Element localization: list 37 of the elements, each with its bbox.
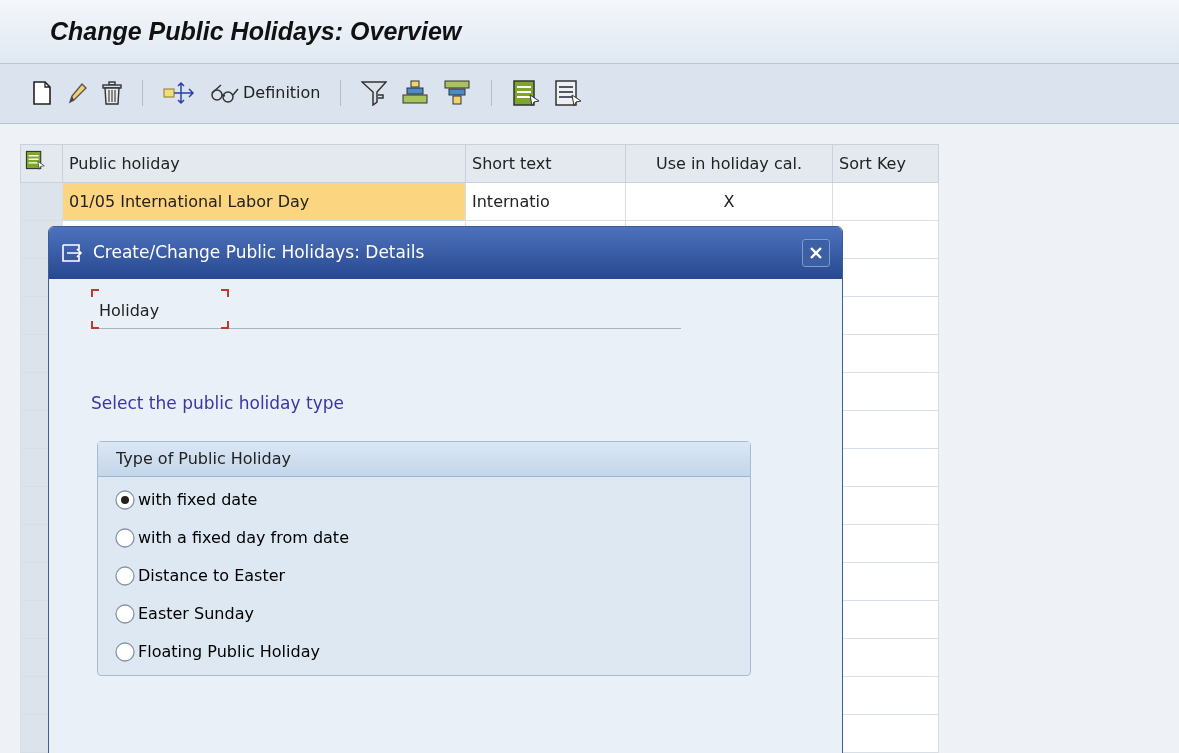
- column-header[interactable]: Short text: [465, 144, 626, 183]
- table-cell: Internatio: [465, 182, 626, 221]
- table-cell: 01/05 International Labor Day: [62, 182, 466, 221]
- radio-option[interactable]: Distance to Easter: [98, 556, 292, 595]
- column-header[interactable]: Sort Key: [832, 144, 939, 183]
- radio-icon[interactable]: [114, 564, 136, 587]
- instruction-text: Select the public holiday type: [91, 392, 345, 415]
- table-settings-icon[interactable]: [25, 149, 45, 171]
- radio-icon[interactable]: [114, 526, 136, 549]
- trash-icon[interactable]: [102, 81, 122, 106]
- radio-icon[interactable]: [114, 640, 136, 663]
- arrows-icon[interactable]: [163, 81, 195, 106]
- close-button[interactable]: [802, 239, 830, 267]
- group-title: Type of Public Holiday: [98, 441, 750, 477]
- column-header[interactable]: Use in holiday cal.: [625, 144, 833, 183]
- radio-option[interactable]: with fixed date: [98, 480, 264, 519]
- radio-icon[interactable]: [114, 602, 136, 625]
- glasses-icon: [209, 82, 239, 105]
- close-icon: [809, 246, 823, 260]
- layout-icon[interactable]: [512, 79, 541, 108]
- section-label: Holiday: [91, 289, 230, 329]
- dialog-icon: [61, 243, 85, 263]
- radio-option[interactable]: Floating Public Holiday: [98, 632, 326, 671]
- table-cell: X: [625, 182, 833, 221]
- radio-option[interactable]: Easter Sunday: [98, 594, 260, 633]
- radio-option[interactable]: with a fixed day from date: [98, 518, 355, 557]
- new-document-icon[interactable]: [32, 81, 52, 106]
- radio-icon[interactable]: [114, 488, 136, 511]
- sort-descending-icon[interactable]: [443, 80, 472, 107]
- dialog-title: Create/Change Public Holidays: Details: [93, 241, 425, 265]
- pencil-icon[interactable]: [66, 81, 88, 106]
- definition-button[interactable]: Definition: [209, 81, 321, 106]
- window-title: Change Public Holidays: Overview: [50, 16, 462, 47]
- sort-ascending-icon[interactable]: [401, 80, 430, 107]
- layout-icon[interactable]: [554, 79, 583, 108]
- column-header[interactable]: Public holiday: [62, 144, 466, 183]
- filter-icon[interactable]: [361, 80, 388, 107]
